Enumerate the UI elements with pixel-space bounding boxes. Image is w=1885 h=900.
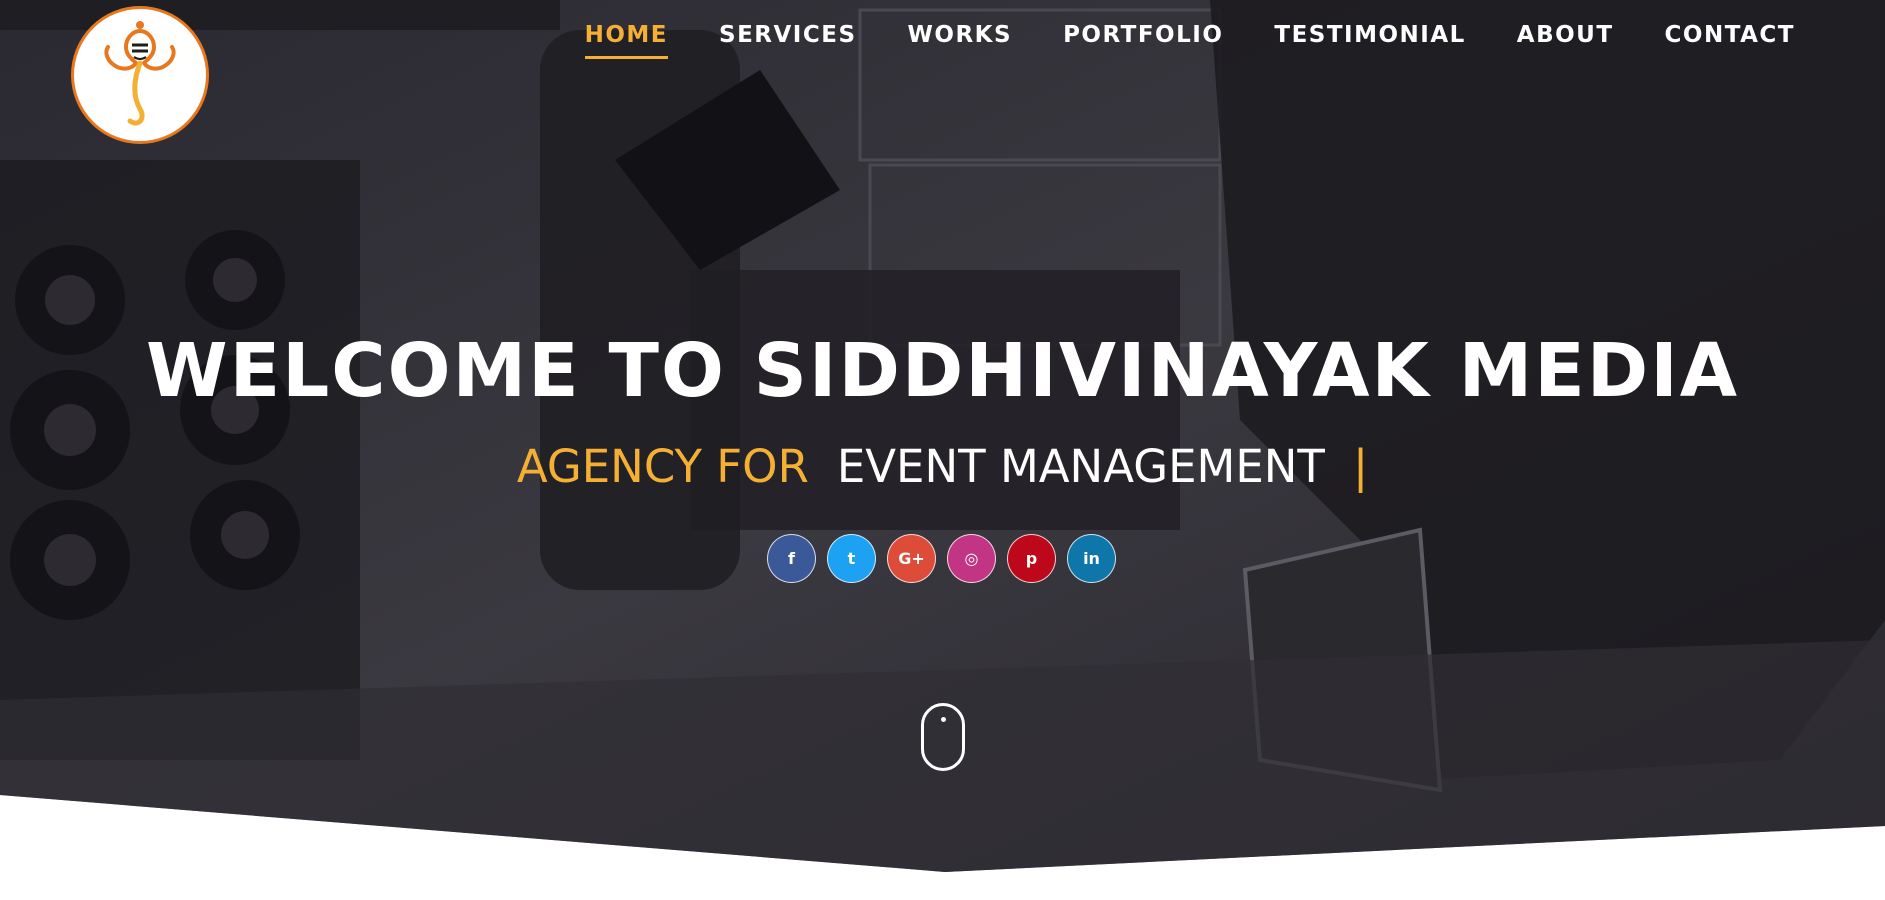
instagram-icon[interactable]: ◎ xyxy=(947,534,996,583)
hero-tagline: AGENCY FOR EVENT MANAGEMENT | xyxy=(0,440,1885,493)
main-nav: HOME SERVICES WORKS PORTFOLIO TESTIMONIA… xyxy=(534,22,1795,59)
tagline-prefix: AGENCY FOR xyxy=(516,440,809,493)
nav-home[interactable]: HOME xyxy=(584,22,669,59)
mouse-wheel xyxy=(941,717,946,722)
google-plus-icon[interactable]: G+ xyxy=(887,534,936,583)
ganesha-logo-icon xyxy=(104,21,176,126)
mouse-scroll-icon[interactable] xyxy=(921,703,965,771)
facebook-icon[interactable]: f xyxy=(767,534,816,583)
nav-works[interactable]: WORKS xyxy=(908,22,1013,59)
pinterest-icon[interactable]: p xyxy=(1007,534,1056,583)
logo[interactable] xyxy=(71,6,209,144)
social-links: f t G+ ◎ p in xyxy=(767,534,1116,583)
twitter-icon[interactable]: t xyxy=(827,534,876,583)
tagline-typed-word: EVENT MANAGEMENT xyxy=(836,440,1325,493)
nav-testimonial[interactable]: TESTIMONIAL xyxy=(1274,22,1465,59)
hero-title: WELCOME TO SIDDHIVINAYAK MEDIA xyxy=(145,328,1739,414)
typing-cursor: | xyxy=(1352,440,1369,493)
nav-contact[interactable]: CONTACT xyxy=(1665,22,1795,59)
nav-portfolio[interactable]: PORTFOLIO xyxy=(1063,22,1223,59)
nav-about[interactable]: ABOUT xyxy=(1517,22,1614,59)
linkedin-icon[interactable]: in xyxy=(1067,534,1116,583)
nav-services[interactable]: SERVICES xyxy=(719,22,857,59)
hero-section: HOME SERVICES WORKS PORTFOLIO TESTIMONIA… xyxy=(0,0,1885,900)
